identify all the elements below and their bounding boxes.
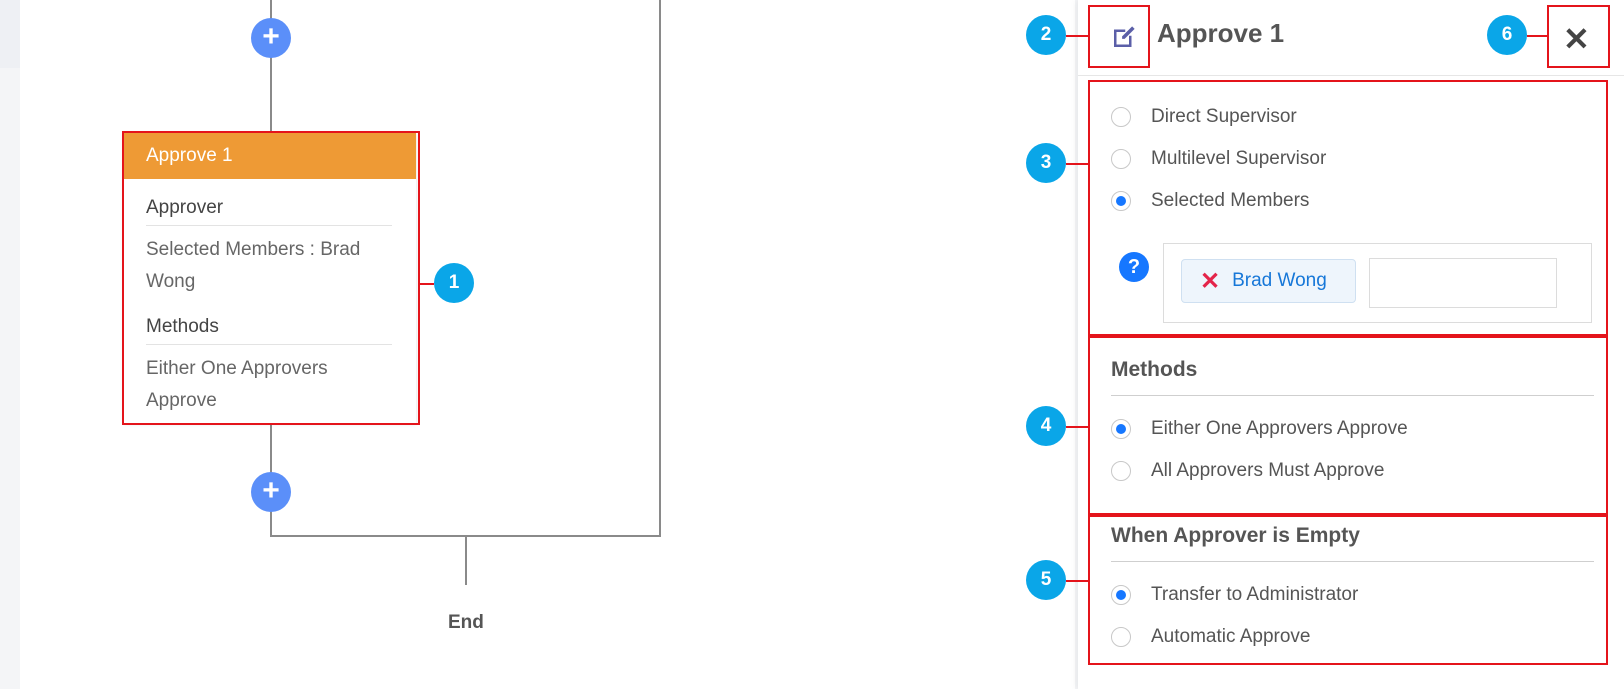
add-step-button-top[interactable]: + [251, 18, 291, 58]
annotation-box-4 [1088, 336, 1608, 515]
panel-title: Approve 1 [1157, 18, 1285, 48]
annotation-badge-2: 2 [1026, 15, 1066, 55]
annotation-connector-3 [1066, 163, 1088, 165]
add-step-button-bottom[interactable]: + [251, 472, 291, 512]
annotation-box-2 [1088, 5, 1150, 68]
annotation-badge-3: 3 [1026, 143, 1066, 183]
annotation-connector-6 [1527, 35, 1547, 37]
left-edge-strip [0, 0, 20, 68]
annotation-connector-2 [1066, 35, 1088, 37]
annotation-box-1 [122, 131, 420, 425]
annotation-badge-4: 4 [1026, 406, 1066, 446]
annotation-connector-4 [1066, 426, 1088, 428]
annotation-connector-1 [420, 283, 434, 285]
flow-line-to-end [465, 537, 467, 585]
panel-header-divider [1078, 75, 1624, 76]
annotation-box-5 [1088, 515, 1608, 665]
annotation-badge-1: 1 [434, 263, 474, 303]
annotation-box-6 [1547, 5, 1610, 68]
annotation-connector-5 [1066, 580, 1088, 582]
annotation-badge-5: 5 [1026, 560, 1066, 600]
annotation-box-3 [1088, 80, 1608, 336]
end-label: End [448, 612, 484, 633]
annotation-badge-6: 6 [1487, 15, 1527, 55]
flow-line-right-branch [659, 0, 661, 537]
